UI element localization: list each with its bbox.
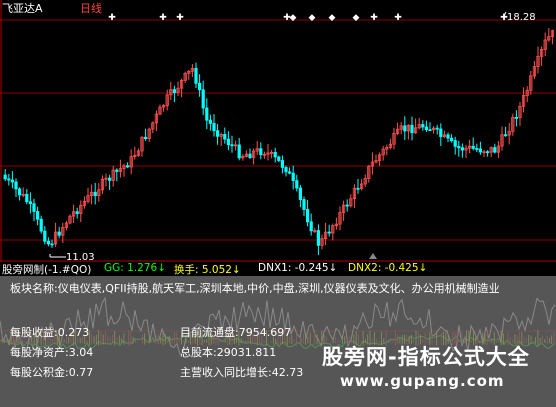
watermark-url[interactable]: www.gupang.com bbox=[340, 372, 505, 390]
candle-body bbox=[25, 193, 29, 203]
candle-body bbox=[503, 134, 508, 137]
revenue-growth-value: 主营收入同比增长:42.73 bbox=[180, 366, 304, 379]
candle-body bbox=[453, 140, 457, 147]
candle-body bbox=[14, 181, 18, 190]
candle-body bbox=[43, 230, 47, 242]
event-marker-icon: ✚ bbox=[394, 13, 402, 23]
candle-body bbox=[212, 122, 216, 132]
candle-body bbox=[32, 203, 36, 212]
candle-body bbox=[435, 127, 439, 130]
candle-body bbox=[39, 218, 43, 232]
candle-body bbox=[143, 136, 148, 140]
candle-body bbox=[309, 221, 313, 232]
candle-body bbox=[345, 204, 349, 207]
reserve-per-share-value: 每股公积金:0.77 bbox=[10, 366, 94, 379]
candle-body bbox=[410, 124, 414, 134]
candle-body bbox=[197, 82, 202, 91]
candle-body bbox=[108, 177, 112, 181]
candle-body bbox=[215, 130, 220, 137]
candle-body bbox=[478, 148, 483, 153]
indicator-dnx2: DNX2: -0.425↓ bbox=[348, 262, 428, 274]
candle-body bbox=[280, 160, 285, 168]
candle-body bbox=[460, 147, 465, 151]
indicator-dnx1: DNX1: -0.245↓ bbox=[258, 262, 338, 274]
candle-body bbox=[237, 144, 241, 159]
candle-body bbox=[223, 134, 227, 140]
indicator-name[interactable]: 股旁网制(-1.#QO) bbox=[2, 262, 91, 277]
candle-body bbox=[115, 169, 119, 172]
candle-body bbox=[356, 187, 360, 190]
candle-body bbox=[449, 137, 454, 142]
price-low-label: 11.03 bbox=[66, 252, 95, 262]
candle-body bbox=[194, 67, 198, 84]
period-label[interactable]: 日线 bbox=[80, 0, 102, 16]
eps-value: 每股收益:0.273 bbox=[10, 326, 90, 339]
candle-body bbox=[424, 126, 429, 131]
stock-title: 飞亚达A bbox=[2, 2, 43, 15]
candle-body bbox=[316, 230, 321, 246]
candle-body bbox=[298, 187, 303, 200]
sector-list: 板块名称:仪电仪表,QFII持股,航天军工,深圳本地,中价,中盘,深圳,仪器仪表… bbox=[10, 282, 500, 295]
candle-body bbox=[75, 211, 79, 214]
candle-body bbox=[327, 231, 331, 234]
candle-body bbox=[248, 153, 252, 158]
candle-body bbox=[28, 201, 33, 205]
candle-body bbox=[36, 211, 40, 220]
candle-body bbox=[305, 209, 310, 223]
indicator-huanshou: 换手: 5.052↓ bbox=[174, 264, 241, 276]
candle-body bbox=[457, 145, 461, 149]
watermark-text: 股旁网-指标公式大全 bbox=[322, 345, 530, 369]
scroll-marker-icon bbox=[369, 253, 377, 259]
candle-body bbox=[295, 180, 299, 189]
candle-body bbox=[10, 179, 14, 183]
candle-body bbox=[287, 171, 292, 174]
candle-body bbox=[471, 145, 475, 149]
candle-body bbox=[493, 147, 497, 153]
indicator-legend: 股旁网制(-1.#QO) GG: 1.276↓ 换手: 5.052↓ DNX1:… bbox=[0, 262, 556, 276]
event-marker-icon: ✚ bbox=[176, 13, 184, 23]
candle-body bbox=[439, 128, 443, 137]
event-marker-icon: ✚ bbox=[159, 13, 167, 23]
event-marker-icon: ✚ bbox=[370, 13, 378, 23]
event-marker-icon: ◆ bbox=[329, 13, 336, 23]
candle-body bbox=[428, 129, 432, 132]
candle-body bbox=[126, 165, 130, 168]
event-marker-icon: ✚ bbox=[108, 13, 116, 23]
candle-body bbox=[273, 152, 277, 158]
chart-header: 飞亚达A 日线 bbox=[0, 0, 556, 16]
candle-body bbox=[421, 124, 425, 128]
candle-body bbox=[475, 148, 479, 150]
candle-body bbox=[485, 151, 490, 154]
candle-body bbox=[277, 156, 281, 161]
candle-body bbox=[46, 240, 51, 245]
candle-body bbox=[284, 167, 288, 173]
event-marker-icon: ◆ bbox=[290, 13, 297, 23]
nav-per-share-value: 每股净资产:3.04 bbox=[10, 346, 94, 359]
candle-body bbox=[50, 243, 54, 246]
candle-body bbox=[226, 138, 230, 146]
float-shares-value: 目前流通盘:7954.697 bbox=[180, 326, 292, 339]
candle-body bbox=[208, 119, 212, 124]
total-shares-value: 总股本:29031.811 bbox=[180, 346, 277, 359]
candlestick-chart[interactable]: ✚ ✚ ✚ ✚◆ ◆ ◆ ◆ ✚ ✚ ✚ 18.2811.03 bbox=[0, 0, 556, 262]
candle-body bbox=[259, 148, 263, 156]
candle-body bbox=[3, 174, 7, 180]
candle-body bbox=[7, 178, 11, 181]
candle-body bbox=[230, 144, 234, 147]
candle-body bbox=[205, 107, 209, 121]
candle-body bbox=[93, 191, 97, 197]
candle-body bbox=[291, 172, 295, 182]
candle-body bbox=[17, 188, 22, 196]
candle-body bbox=[57, 231, 61, 236]
candle-body bbox=[172, 89, 176, 94]
candle-body bbox=[302, 199, 306, 210]
event-marker-icon: ◆ bbox=[309, 13, 316, 23]
candle-body bbox=[403, 125, 407, 132]
event-marker-icon: ◆ bbox=[353, 13, 360, 23]
candle-body bbox=[514, 117, 519, 119]
candle-body bbox=[201, 89, 205, 109]
candle-body bbox=[446, 134, 450, 139]
stock-chart-window: ✚ ✚ ✚ ✚ ◆ ◆ ◆ ◆ ✚ ✚ ✚ 18.28 11.03 飞亚达A 日线 股旁网制(-1.#Q… bbox=[0, 0, 556, 407]
indicator-gg: GG: 1.276↓ bbox=[104, 262, 167, 274]
